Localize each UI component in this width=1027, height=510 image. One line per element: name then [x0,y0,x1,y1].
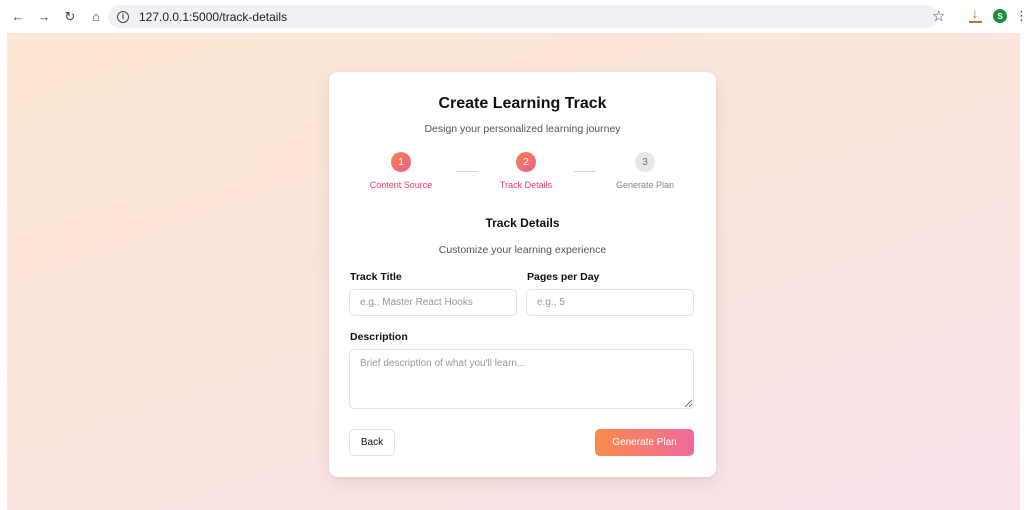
section-subtitle: Customize your learning experience [438,244,607,256]
page-viewport: Create Learning Track Design your person… [7,33,1020,510]
generate-plan-button[interactable]: Generate Plan [595,429,694,456]
step-1-label: Content Source [369,180,433,190]
menu-kebab-icon[interactable]: ⋮ [1015,8,1027,24]
pages-per-day-label: Pages per Day [527,271,600,283]
create-track-card: Create Learning Track Design your person… [329,72,716,477]
page-title: Create Learning Track [438,95,607,112]
step-content-source: 1 Content Source [356,152,446,190]
bookmark-star-icon[interactable]: ☆ [932,7,945,25]
browser-toolbar: ← → ↻ ⌂ i 127.0.0.1:5000/track-details ☆… [0,0,1027,33]
track-title-label: Track Title [350,271,402,283]
section-title: Track Details [485,216,560,230]
step-track-details: 2 Track Details [481,152,571,190]
site-info-icon[interactable]: i [117,10,129,23]
step-1-circle: 1 [391,152,411,172]
page-subtitle: Design your personalized learning journe… [424,123,621,135]
url-text: 127.0.0.1:5000/track-details [139,9,288,24]
address-bar[interactable]: i 127.0.0.1:5000/track-details [108,5,938,28]
download-icon[interactable]: ↓ [967,6,983,26]
step-2-circle: 2 [516,152,536,172]
step-3-label: Generate Plan [615,180,675,190]
profile-avatar[interactable]: S [993,9,1007,23]
step-connector [574,171,596,172]
pages-per-day-input[interactable] [526,289,694,316]
step-connector [456,171,478,172]
description-textarea[interactable] [349,349,694,409]
back-arrow-icon[interactable]: ← [7,6,29,28]
track-title-input[interactable] [349,289,517,316]
step-3-circle: 3 [635,152,655,172]
back-button[interactable]: Back [349,429,395,456]
reload-icon[interactable]: ↻ [59,6,81,28]
description-label: Description [350,331,408,343]
home-icon[interactable]: ⌂ [85,6,107,28]
step-generate-plan: 3 Generate Plan [600,152,690,190]
step-2-label: Track Details [499,180,553,190]
forward-arrow-icon[interactable]: → [33,6,55,28]
